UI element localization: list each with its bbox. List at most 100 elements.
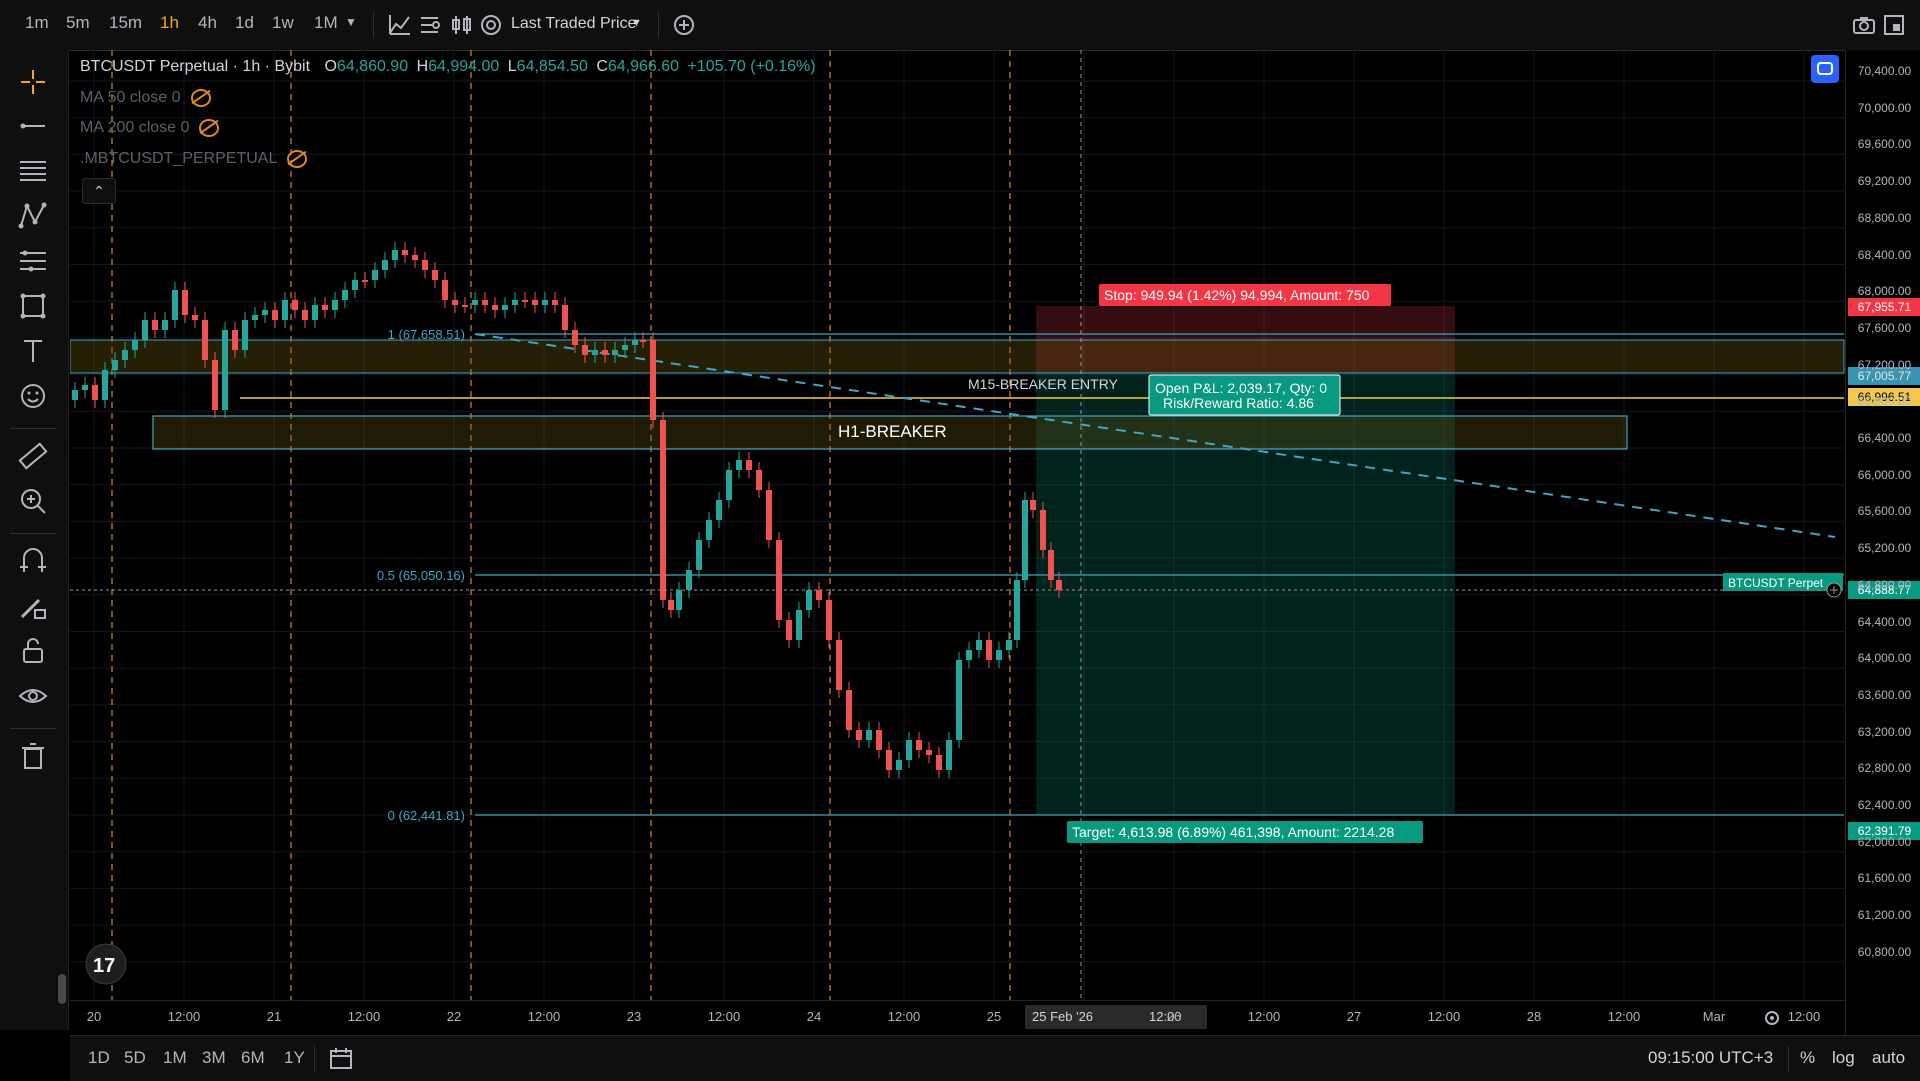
candle-body bbox=[956, 660, 962, 740]
time-tick-label: Mar bbox=[1702, 1009, 1726, 1024]
candle-body bbox=[142, 320, 148, 340]
auto-toggle[interactable]: auto bbox=[1872, 1048, 1905, 1068]
candle-body bbox=[212, 360, 218, 410]
timeframe-1d[interactable]: 1d bbox=[235, 13, 254, 33]
magnet-tool[interactable] bbox=[14, 543, 52, 579]
time-tick-label: 12:00 bbox=[887, 1009, 921, 1024]
time-tick-label: 23 bbox=[626, 1009, 642, 1024]
candle-body bbox=[392, 250, 398, 260]
trend-line-tool[interactable] bbox=[14, 108, 52, 144]
indicator-mark-price[interactable]: .MBTCUSDT_PERPETUAL bbox=[80, 150, 308, 168]
visibility-tool[interactable] bbox=[14, 678, 52, 714]
timeframe-1M[interactable]: 1M bbox=[314, 13, 338, 33]
hidden-eye-icon[interactable] bbox=[190, 89, 211, 107]
sync-button[interactable] bbox=[1811, 55, 1839, 83]
range-1d[interactable]: 1D bbox=[88, 1048, 110, 1068]
time-tick-label: 12:00 bbox=[1787, 1009, 1821, 1024]
range-1y[interactable]: 1Y bbox=[284, 1048, 305, 1068]
toolbar-collapse-handle[interactable] bbox=[58, 974, 66, 1004]
range-5d[interactable]: 5D bbox=[124, 1048, 146, 1068]
zoom-tool[interactable] bbox=[14, 483, 52, 519]
candle-body bbox=[816, 590, 822, 600]
emoji-tool[interactable] bbox=[14, 378, 52, 414]
lock-tool[interactable] bbox=[14, 633, 52, 669]
candle-body bbox=[192, 315, 198, 320]
time-axis[interactable]: 25 Feb '26 12:00 20 12:00 21 12:00 22 12:00 23… bbox=[70, 1000, 1845, 1035]
indicator-ma50-label: MA 50 close 0 bbox=[80, 89, 181, 107]
ohlc-low-label: L bbox=[507, 58, 517, 75]
price-tick-label: 61,200.00 bbox=[1857, 908, 1912, 923]
measure-tool[interactable] bbox=[14, 438, 52, 474]
symbol-legend[interactable]: BTCUSDT Perpetual · 1h · Bybit O64,860.9… bbox=[80, 58, 816, 76]
trend-line-icon bbox=[20, 123, 45, 129]
candles-icon[interactable] bbox=[450, 13, 474, 37]
candle-body bbox=[668, 600, 674, 610]
chart-style-icon[interactable] bbox=[388, 13, 412, 37]
timeframe-5m[interactable]: 5m bbox=[66, 13, 90, 33]
hidden-eye-icon[interactable] bbox=[287, 150, 308, 168]
settings-gear-icon[interactable] bbox=[1763, 1009, 1781, 1027]
candle-body bbox=[746, 460, 752, 470]
camera-icon[interactable] bbox=[1852, 13, 1876, 37]
timeframe-1h[interactable]: 1h bbox=[160, 13, 179, 33]
indicators-icon[interactable] bbox=[418, 13, 442, 37]
candle-body bbox=[676, 590, 682, 610]
range-6m[interactable]: 6M bbox=[241, 1048, 265, 1068]
m15-breaker-zone[interactable] bbox=[70, 339, 1845, 374]
indicator-ma200[interactable]: MA 200 close 0 bbox=[80, 119, 220, 137]
crosshair-time-label: 25 Feb '26 bbox=[1032, 1009, 1094, 1024]
price-chart[interactable]: M15-BREAKER ENTRY H1-BREAKER 1 (67,658.5… bbox=[70, 50, 1845, 1035]
log-toggle[interactable]: log bbox=[1832, 1048, 1855, 1068]
price-source-chevron-icon[interactable]: ▼ bbox=[631, 17, 642, 29]
candle-body bbox=[996, 650, 1002, 660]
pnl-line2: Risk/Reward Ratio: 4.86 bbox=[1163, 395, 1314, 411]
candle-body bbox=[632, 340, 638, 345]
candle-body bbox=[926, 750, 932, 755]
candle-body bbox=[412, 255, 418, 260]
price-tick-label: 67,200.00 bbox=[1857, 357, 1912, 372]
candle-body bbox=[876, 730, 882, 750]
delete-tool[interactable] bbox=[14, 738, 52, 774]
candle-body bbox=[502, 305, 508, 310]
add-icon[interactable] bbox=[672, 13, 696, 37]
collapse-legend-button[interactable]: ⌃ bbox=[82, 178, 116, 204]
text-tool[interactable] bbox=[14, 333, 52, 369]
candle-body bbox=[482, 300, 488, 305]
chevron-up-icon: ⌃ bbox=[93, 183, 105, 199]
price-axis[interactable]: 67,955.71 67,005.77 66,996.51 64,888.77 … bbox=[1845, 50, 1920, 1035]
time-tick-label: 26 bbox=[1166, 1009, 1182, 1024]
range-1m[interactable]: 1M bbox=[163, 1048, 187, 1068]
zoom-in-icon bbox=[21, 489, 46, 514]
price-source-select[interactable]: Last Traded Price bbox=[511, 15, 636, 33]
candle-body bbox=[1014, 580, 1020, 640]
candle-body bbox=[896, 760, 902, 770]
hidden-eye-icon[interactable] bbox=[199, 119, 220, 137]
clock[interactable]: 09:15:00 UTC+3 bbox=[1648, 1048, 1773, 1068]
price-source-icon[interactable] bbox=[479, 13, 503, 37]
price-tick-label: 64,400.00 bbox=[1857, 614, 1912, 629]
draw-lock-tool[interactable] bbox=[14, 588, 52, 624]
candle-body bbox=[976, 640, 982, 650]
candle-body bbox=[122, 350, 128, 360]
toolbar-divider bbox=[373, 12, 374, 38]
timeframe-dropdown-icon[interactable]: ▼ bbox=[345, 15, 357, 29]
symbol-title[interactable]: BTCUSDT Perpetual · 1h · Bybit bbox=[80, 58, 310, 75]
pattern-tool[interactable] bbox=[14, 198, 52, 234]
shapes-tool[interactable] bbox=[14, 288, 52, 324]
crosshair-tool[interactable] bbox=[14, 64, 52, 100]
fullscreen-icon[interactable] bbox=[1882, 13, 1906, 37]
timeframe-15m[interactable]: 15m bbox=[109, 13, 142, 33]
toolbar-divider bbox=[10, 728, 56, 729]
fib-tool[interactable] bbox=[14, 153, 52, 189]
indicator-ma50[interactable]: MA 50 close 0 bbox=[80, 89, 211, 107]
candle-body bbox=[572, 330, 578, 345]
forecast-tool[interactable] bbox=[14, 243, 52, 279]
timeframe-1m[interactable]: 1m bbox=[25, 13, 49, 33]
pnl-line1: Open P&L: 2,039.17, Qty: 0 bbox=[1155, 380, 1327, 396]
timeframe-4h[interactable]: 4h bbox=[198, 13, 217, 33]
timeframe-1w[interactable]: 1w bbox=[272, 13, 294, 33]
candle-body bbox=[552, 300, 558, 305]
calendar-goto-icon[interactable] bbox=[328, 1046, 354, 1072]
percent-toggle[interactable]: % bbox=[1800, 1048, 1815, 1068]
range-3m[interactable]: 3M bbox=[202, 1048, 226, 1068]
